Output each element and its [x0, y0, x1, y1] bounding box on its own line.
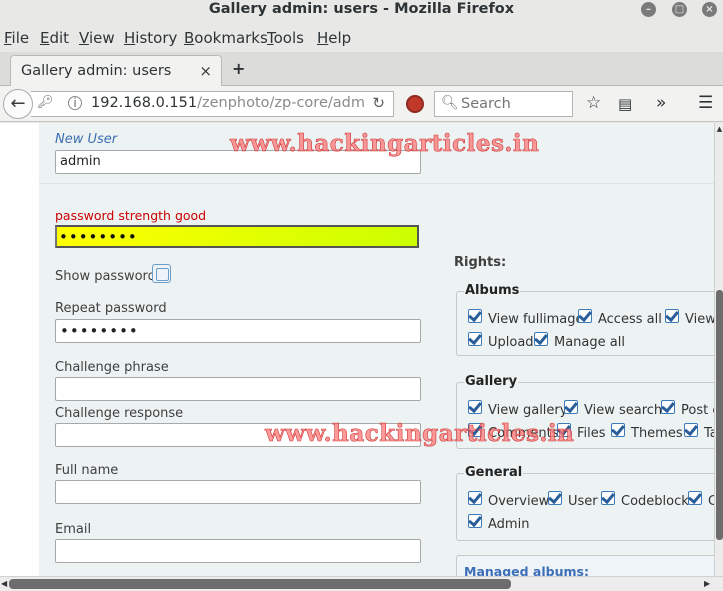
search-box[interactable]: 🔍︎ [434, 91, 573, 117]
window-titlebar: Gallery admin: users - Mozilla Firefox –… [0, 0, 723, 22]
show-password-checkbox[interactable] [152, 264, 171, 283]
vertical-scroll-thumb[interactable] [716, 290, 723, 540]
admin-label: Admin [488, 517, 530, 532]
access-all-label: Access all [598, 312, 662, 327]
watermark-middle: www.hackingarticles.in [265, 420, 575, 448]
url-bar[interactable]: 🔑︎ i 192.168.0.151/zenphoto/zp-core/adm … [31, 91, 394, 117]
c-checkbox[interactable] [688, 491, 702, 505]
rights-title: Rights: [454, 255, 507, 270]
scroll-up-icon[interactable]: ▲ [715, 125, 723, 133]
menu-file[interactable]: File [4, 29, 29, 47]
menu-tools[interactable]: Tools [267, 29, 304, 47]
window-title: Gallery admin: users - Mozilla Firefox [208, 1, 515, 17]
horizontal-scrollbar[interactable]: ◀ ▶ [0, 576, 723, 591]
themes-label: Themes [631, 426, 683, 441]
view-fullimage-checkbox[interactable] [468, 309, 482, 323]
menu-view[interactable]: View [79, 29, 115, 47]
watermark-top: www.hackingarticles.in [230, 130, 540, 158]
menu-bar: File Edit View History Bookmarks Tools H… [0, 27, 723, 51]
admin-checkbox[interactable] [468, 514, 482, 528]
access-all-checkbox[interactable] [578, 309, 592, 323]
scroll-left-icon[interactable]: ◀ [1, 579, 7, 588]
full-name-field[interactable] [55, 480, 421, 504]
search-input[interactable] [461, 96, 566, 112]
password-field[interactable]: •••••••• [55, 225, 419, 248]
full-name-label: Full name [55, 463, 119, 478]
tab-close-icon[interactable]: × [199, 62, 212, 80]
overview-checkbox[interactable] [468, 491, 482, 505]
minimize-icon[interactable]: – [641, 2, 656, 17]
vertical-scrollbar[interactable]: ▲ [714, 123, 723, 576]
back-arrow-icon: ← [10, 93, 26, 114]
ublock-icon[interactable] [406, 95, 424, 113]
tab-label: Gallery admin: users [21, 63, 172, 79]
back-button[interactable]: ← [3, 89, 33, 119]
hamburger-menu-icon[interactable]: ☰ [698, 93, 713, 113]
bookmark-star-icon[interactable]: ☆ [586, 93, 601, 113]
horizontal-scroll-thumb[interactable] [9, 579, 511, 589]
user-label: User [568, 494, 598, 509]
view-gallery-checkbox[interactable] [468, 400, 482, 414]
email-label: Email [55, 522, 92, 537]
navigation-bar: 🔑︎ i 192.168.0.151/zenphoto/zp-core/adm … [0, 86, 723, 122]
managed-albums-label: Managed albums: [464, 564, 589, 576]
upload-label: Upload [488, 335, 534, 350]
tags-label: Ta [704, 426, 714, 441]
post-comments-label: Post c [681, 403, 714, 418]
codeblock-checkbox[interactable] [601, 491, 615, 505]
upload-checkbox[interactable] [468, 332, 482, 346]
view-checkbox[interactable] [665, 309, 679, 323]
repeat-password-field[interactable]: •••••••• [55, 319, 421, 343]
maximize-icon[interactable]: □ [672, 2, 687, 17]
search-icon: 🔍︎ [441, 95, 459, 111]
new-tab-icon[interactable]: + [232, 59, 245, 78]
info-icon[interactable]: i [68, 96, 82, 110]
new-user-label: New User [55, 132, 118, 147]
view-gallery-label: View gallery [488, 403, 568, 418]
view-search-checkbox[interactable] [564, 400, 578, 414]
user-checkbox[interactable] [548, 491, 562, 505]
files-label: Files [577, 426, 606, 441]
password-strength-text: password strength good [55, 208, 207, 223]
post-comments-checkbox[interactable] [661, 400, 675, 414]
codeblock-label: Codeblock [621, 494, 689, 509]
view-fullimage-label: View fullimage [488, 312, 584, 327]
scroll-right-icon[interactable]: ▶ [704, 579, 710, 588]
challenge-phrase-label: Challenge phrase [55, 360, 169, 375]
menu-edit[interactable]: Edit [40, 29, 69, 47]
view-search-label: View search [584, 403, 663, 418]
manage-all-label: Manage all [554, 335, 625, 350]
tab-gallery-admin[interactable]: Gallery admin: users × [10, 55, 222, 87]
overview-label: Overview [488, 494, 550, 509]
gallery-legend: Gallery [464, 374, 519, 389]
tab-bar: Gallery admin: users × + [0, 52, 723, 87]
show-password-label: Show password [55, 269, 156, 284]
reading-list-icon[interactable]: ▤ [618, 95, 632, 113]
tags-checkbox[interactable] [684, 423, 698, 437]
url-text[interactable]: 192.168.0.151/zenphoto/zp-core/adm [91, 95, 365, 111]
albums-legend: Albums [464, 283, 521, 298]
overflow-chevron-icon[interactable]: » [656, 93, 666, 113]
themes-checkbox[interactable] [611, 423, 625, 437]
menu-bookmarks[interactable]: Bookmarks [184, 29, 268, 47]
view-label: View [685, 312, 714, 327]
repeat-password-label: Repeat password [55, 301, 167, 316]
manage-all-checkbox[interactable] [534, 332, 548, 346]
challenge-response-label: Challenge response [55, 406, 184, 421]
close-window-icon[interactable]: × [702, 2, 717, 17]
page-content: New User admin password strength good ••… [0, 123, 714, 576]
challenge-phrase-field[interactable] [55, 377, 421, 401]
general-legend: General [464, 465, 524, 480]
key-icon[interactable]: 🔑︎ [37, 95, 54, 110]
menu-help[interactable]: Help [317, 29, 351, 47]
email-field[interactable] [55, 539, 421, 563]
menu-history[interactable]: History [124, 29, 177, 47]
managed-albums-box[interactable]: Managed albums: [456, 555, 714, 576]
reload-icon[interactable]: ↻ [372, 94, 385, 112]
